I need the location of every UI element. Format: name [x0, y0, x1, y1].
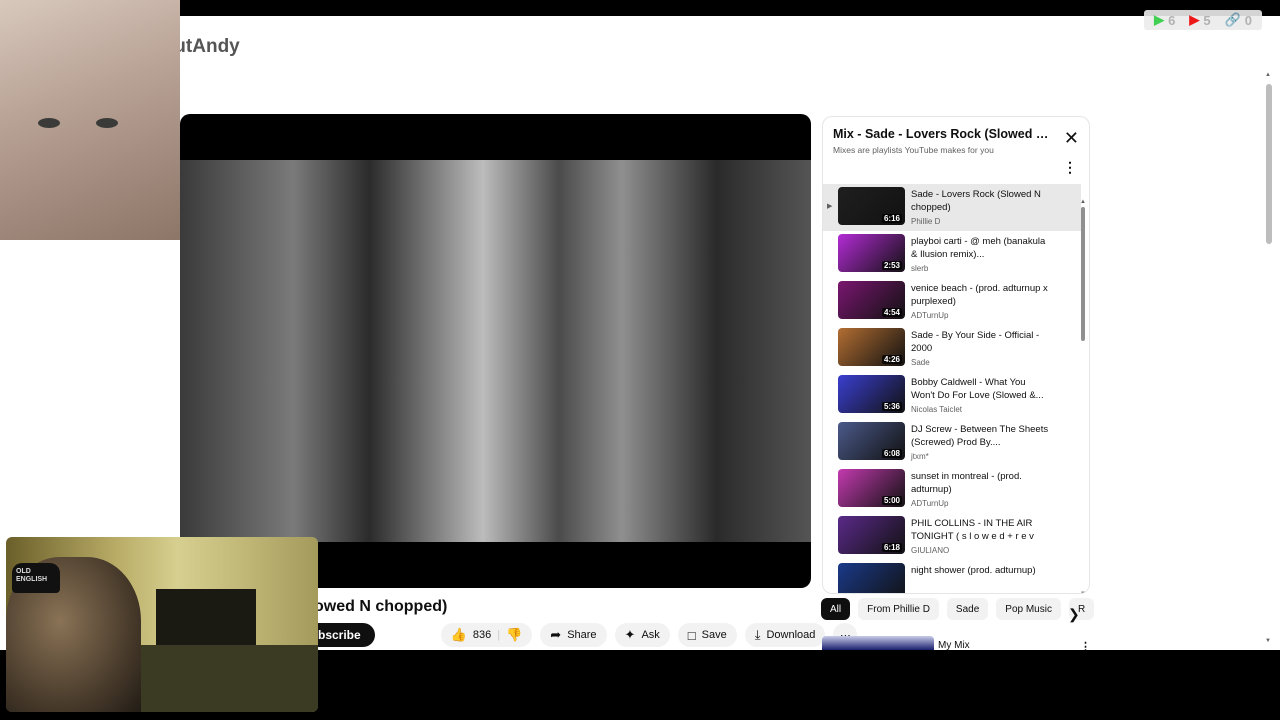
playlist-item[interactable]: 6:08 DJ Screw - Between The Sheets (Screw…: [823, 419, 1081, 466]
link-icon: 🔗: [1224, 12, 1241, 27]
duration-badge: 2:53: [881, 261, 902, 270]
playlist-item-channel: ADTurnUp: [911, 593, 949, 594]
page-scroll-down-icon[interactable]: ▼: [1265, 638, 1271, 644]
playlist-menu-icon[interactable]: ⋮: [1063, 159, 1077, 176]
my-mix-menu-icon[interactable]: ⋮: [1080, 640, 1091, 650]
playlist-item-title: Bobby Caldwell - What You Won't Do For L…: [911, 377, 1044, 401]
thumbs-down-icon[interactable]: 👎: [506, 627, 522, 643]
playlist-thumbnail[interactable]: 2:53: [838, 234, 905, 272]
playlist-item-title: playboi carti - @ meh (banakula & Ilusio…: [911, 236, 1046, 260]
playlist-item-title: Sade - Lovers Rock (Slowed N chopped): [911, 189, 1041, 213]
duration-badge: 5:36: [881, 402, 902, 411]
filter-chip[interactable]: Sade: [946, 598, 989, 620]
playlist-item-title: DJ Screw - Between The Sheets (Screwed) …: [911, 424, 1049, 448]
mix-playlist-panel: Mix - Sade - Lovers Rock (Slowed N... Mi…: [822, 116, 1090, 594]
playlist-item[interactable]: 6:18 PHIL COLLINS - IN THE AIR TONIGHT ( …: [823, 513, 1081, 560]
video-frame: [180, 160, 811, 542]
playlist-item-channel: slerb: [911, 264, 929, 273]
filter-chip[interactable]: Pop Music: [996, 598, 1061, 620]
playlist-item-title: Sade - By Your Side - Official - 2000: [911, 330, 1040, 354]
playlist-item[interactable]: ▶ 6:16 Sade - Lovers Rock (Slowed N choppe…: [823, 184, 1081, 231]
page-scroll-up-icon[interactable]: ▲: [1265, 72, 1271, 78]
filter-chip[interactable]: All: [821, 598, 851, 620]
duration-badge: 6:08: [881, 449, 902, 458]
playlist-item-channel: ADTurnUp: [911, 499, 949, 508]
playlist-subtitle: Mixes are playlists YouTube makes for yo…: [833, 145, 994, 155]
playlist-thumbnail[interactable]: 6:18: [838, 516, 905, 554]
playlist-thumbnail[interactable]: 4:54: [838, 281, 905, 319]
playlist-item-channel: GIULIANO: [911, 546, 950, 555]
bookmark-icon: □: [687, 627, 696, 643]
chevron-right-icon[interactable]: ❯: [1068, 606, 1080, 623]
playlist-item-channel: jtxm*: [911, 452, 929, 461]
like-count: 836: [472, 629, 492, 641]
playlist-item-title: sunset in montreal - (prod. adturnup): [911, 471, 1022, 495]
filter-chips: All From Phillie D Sade Pop Music R: [821, 598, 1095, 620]
like-dislike-group: 👍 836 | 👎: [440, 623, 533, 647]
stream-frame: BlackoutAndy owed N chopped) bscribe 👍 8…: [0, 0, 1280, 720]
playlist-item-title: venice beach - (prod. adturnup x purplex…: [911, 283, 1048, 307]
playlist-item-channel: Phillie D: [911, 217, 941, 226]
playlist-thumbnail[interactable]: 4:26: [838, 328, 905, 366]
save-label: Save: [701, 629, 727, 641]
duration-badge: 4:26: [881, 355, 902, 364]
playlist-item[interactable]: 5:36 Bobby Caldwell - What You Won't Do F…: [823, 372, 1081, 419]
save-button[interactable]: □ Save: [677, 623, 737, 647]
playlist-item[interactable]: 4:26 Sade - By Your Side - Official - 200…: [823, 325, 1081, 372]
playlist-scrollbar[interactable]: [1081, 207, 1085, 341]
playlist-item-channel: ADTurnUp: [911, 311, 949, 320]
playlist-items: ▶ 6:16 Sade - Lovers Rock (Slowed N choppe…: [823, 184, 1081, 594]
video-title: owed N chopped): [314, 598, 448, 615]
webcam-overlay-top: [0, 0, 180, 240]
playlist-item[interactable]: 5:00 sunset in montreal - (prod. adturnup…: [823, 466, 1081, 513]
share-label: Share: [567, 629, 597, 641]
duration-badge: 6:16: [881, 214, 902, 223]
cap: OLD ENGLISH: [12, 563, 60, 593]
playlist-thumbnail[interactable]: 5:36: [838, 375, 905, 413]
playlist-thumbnail[interactable]: 6:08: [838, 422, 905, 460]
thumbs-up-icon[interactable]: 👍: [451, 627, 467, 643]
filter-chip[interactable]: From Phillie D: [858, 598, 939, 620]
kick-icon: ▶: [1154, 12, 1165, 27]
playlist-title[interactable]: Mix - Sade - Lovers Rock (Slowed N...: [833, 127, 1053, 141]
link-stat: 🔗 0: [1224, 12, 1252, 28]
download-button[interactable]: ⤓ Download: [744, 623, 826, 647]
duration-badge: 6:18: [881, 543, 902, 552]
playlist-item[interactable]: night shower (prod. adturnup) ADTurnUp: [823, 560, 1081, 594]
share-button[interactable]: ➦ Share: [540, 623, 607, 647]
youtube-viewers: ▶ 5: [1189, 12, 1211, 28]
share-icon: ➦: [550, 627, 562, 642]
stream-stats: ▶ 6 ▶ 5 🔗 0: [1144, 10, 1262, 30]
webcam-overlay-bottom: OLD ENGLISH: [6, 537, 318, 712]
playlist-thumbnail[interactable]: 6:16: [838, 187, 905, 225]
video-player[interactable]: [180, 114, 811, 588]
duration-badge: 5:00: [881, 496, 902, 505]
kick-viewers: ▶ 6: [1154, 12, 1176, 28]
now-playing-icon: ▶: [827, 203, 833, 210]
download-icon: ⤓: [754, 627, 761, 642]
duration-badge: 4:54: [881, 308, 902, 317]
playlist-item-channel: Sade: [911, 358, 930, 367]
my-mix-thumbnail[interactable]: [822, 636, 934, 650]
playlist-item-channel: Nicolas Taiclet: [911, 405, 962, 414]
page-scrollbar[interactable]: [1266, 84, 1272, 244]
youtube-icon: ▶: [1189, 12, 1200, 27]
playlist-item[interactable]: 2:53 playboi carti - @ meh (banakula & Il…: [823, 231, 1081, 278]
download-label: Download: [766, 629, 816, 641]
close-icon[interactable]: ✕: [1064, 129, 1079, 147]
playlist-thumbnail[interactable]: 5:00: [838, 469, 905, 507]
playlist-thumbnail[interactable]: [838, 563, 905, 593]
playlist-item[interactable]: 4:54 venice beach - (prod. adturnup x pur…: [823, 278, 1081, 325]
ask-button[interactable]: ✦ Ask: [614, 623, 670, 647]
sparkle-icon: ✦: [624, 627, 636, 642]
playlist-item-title: PHIL COLLINS - IN THE AIR TONIGHT ( s l …: [911, 518, 1034, 542]
chat-alert: BlackoutAndy: [16, 16, 1264, 112]
video-actions: bscribe 👍 836 | 👎 ➦ Share ✦ Ask □ Save ⤓: [300, 623, 858, 647]
ask-label: Ask: [641, 629, 660, 641]
playlist-item-title: night shower (prod. adturnup): [911, 565, 1036, 576]
my-mix-title[interactable]: My Mix: [938, 640, 970, 650]
